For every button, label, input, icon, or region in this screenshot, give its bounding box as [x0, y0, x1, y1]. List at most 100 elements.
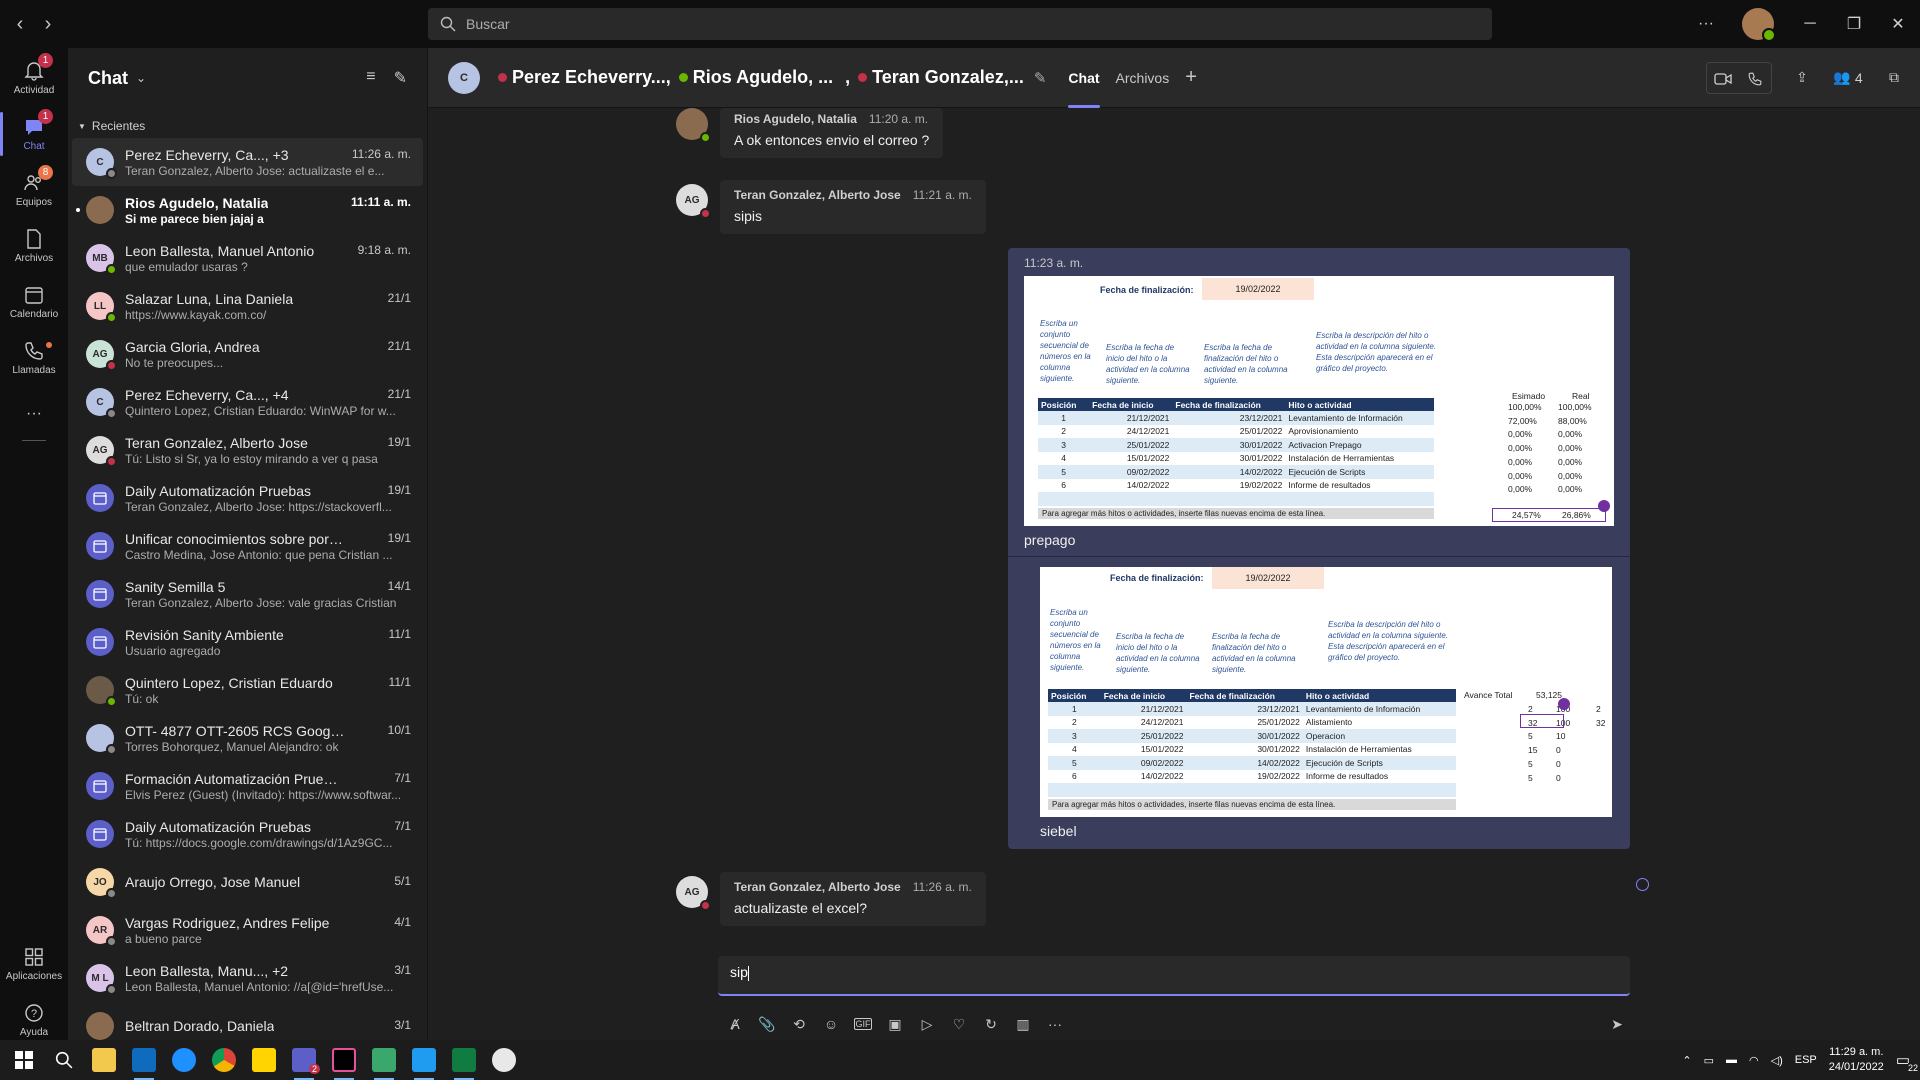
table-cell: 25/01/2022 [1239, 426, 1283, 437]
format-icon[interactable]: Ⱥ [726, 1016, 744, 1032]
chat-name: Perez Echeverry, Ca..., +4 [125, 386, 289, 403]
edit-name-icon[interactable]: ✎ [1034, 69, 1047, 87]
participants-button[interactable]: 👥 4 [1824, 62, 1872, 94]
conversation-title[interactable]: Perez Echeverry..., Rios Agudelo, ... , … [492, 67, 1046, 88]
audio-call-icon[interactable] [1739, 63, 1771, 95]
chat-list-item[interactable]: Revisión Sanity Ambiente 11/1 Usuario agre… [72, 618, 423, 666]
chat-list-title[interactable]: Chat [88, 68, 128, 89]
back-icon[interactable]: ‹ [10, 12, 30, 36]
edge-icon[interactable] [164, 1040, 204, 1080]
volume-icon[interactable]: ◁) [1771, 1054, 1783, 1067]
more-options-button[interactable]: ··· [1684, 0, 1728, 48]
message-bubble[interactable]: Teran Gonzalez, Alberto Jose 11:26 a. m. … [720, 872, 986, 926]
avatar[interactable]: AG [676, 184, 711, 219]
chat-list-item[interactable]: AR Vargas Rodriguez, Andres Felipe 4/1 a bu… [72, 906, 423, 954]
media-app-icon[interactable] [364, 1040, 404, 1080]
schedule-meeting-icon[interactable]: ▷ [918, 1016, 936, 1033]
snipping-tool-icon[interactable] [484, 1040, 524, 1080]
avatar[interactable] [676, 108, 711, 143]
attach-icon[interactable]: 📎 [758, 1016, 776, 1033]
teams-taskbar-icon[interactable]: 2 [284, 1040, 324, 1080]
chrome-icon[interactable] [204, 1040, 244, 1080]
rail-calendar[interactable]: Calendario [0, 274, 68, 330]
popout-icon[interactable]: ⧉ [1878, 62, 1910, 94]
chat-list-item[interactable]: Daily Automatización Pruebas 7/1 Tú: https… [72, 810, 423, 858]
chat-list-item[interactable]: Formación Automatización Pruebas 7/1 Elvis… [72, 762, 423, 810]
chat-list-item[interactable]: Sanity Semilla 5 14/1 Teran Gonzalez, Albe… [72, 570, 423, 618]
chevron-down-icon[interactable]: ⌄ [136, 71, 146, 85]
chat-list-item[interactable]: OTT- 4877 OTT-2605 RCS Google OTT-... 10/… [72, 714, 423, 762]
emoji-icon[interactable]: ☺ [822, 1016, 840, 1032]
notification-icon[interactable]: ▭ 22 [1896, 1051, 1918, 1073]
chat-list-item[interactable]: AG Garcia Gloria, Andrea 21/1 No te preocup… [72, 330, 423, 378]
chat-list-item[interactable]: JO Araujo Orrego, Jose Manuel 5/1 [72, 858, 423, 906]
my-message[interactable]: 11:23 a. m. Fecha de finalización: 19/02… [1008, 248, 1630, 849]
search-box[interactable]: Buscar [428, 8, 1492, 40]
chat-list-item[interactable]: MB Leon Ballesta, Manuel Antonio 9:18 a. m… [72, 234, 423, 282]
send-icon[interactable]: ➤ [1608, 1016, 1626, 1033]
excel-screenshot-siebel[interactable]: Fecha de finalización: 19/02/2022 Escrib… [1040, 567, 1612, 817]
chat-list-item[interactable]: C Perez Echeverry, Ca..., +4 21/1 Quintero … [72, 378, 423, 426]
more-options-icon[interactable]: ··· [1046, 1016, 1064, 1032]
network-icon[interactable]: ▭ [1704, 1054, 1714, 1067]
clock[interactable]: 11:29 a. m. 24/01/2022 [1829, 1045, 1884, 1075]
updates-icon[interactable]: ↻ [982, 1016, 1000, 1033]
message-bubble[interactable]: Teran Gonzalez, Alberto Jose 11:21 a. m. … [720, 180, 986, 234]
chat-list-item[interactable]: M L Leon Ballesta, Manu..., +2 3/1 Leon Bal… [72, 954, 423, 1002]
message-compose-input[interactable]: sip [718, 956, 1630, 996]
filter-icon[interactable]: ≡ [366, 68, 375, 88]
sticker-icon[interactable]: ▣ [886, 1016, 904, 1033]
rail-calls[interactable]: Llamadas [0, 330, 68, 386]
gif-icon[interactable]: GIF [854, 1018, 872, 1030]
table-cell: 15/01/2022 [1126, 453, 1170, 464]
add-tab-icon[interactable]: + [1185, 48, 1197, 108]
excel-screenshot-prepago[interactable]: Fecha de finalización: 19/02/2022 Escrib… [1024, 276, 1614, 526]
chat-list-item[interactable]: LL Salazar Luna, Lina Daniela 21/1 https://… [72, 282, 423, 330]
rail-activity[interactable]: Actividad 1 [0, 50, 68, 106]
chat-list-item[interactable]: AG Teran Gonzalez, Alberto Jose 19/1 Tú: Li… [72, 426, 423, 474]
message-bubble[interactable]: Rios Agudelo, Natalia 11:20 a. m. A ok en… [720, 108, 944, 158]
new-chat-icon[interactable]: ✎ [394, 68, 407, 88]
profile-avatar[interactable] [1742, 8, 1776, 42]
rail-more[interactable]: ··· [0, 386, 68, 442]
table-cell: Operacion [1302, 729, 1456, 743]
rail-chat[interactable]: Chat 1 [0, 106, 68, 162]
chat-name: Teran Gonzalez, Alberto Jose [125, 434, 308, 451]
sticky-notes-icon[interactable] [244, 1040, 284, 1080]
outlook-icon[interactable] [124, 1040, 164, 1080]
minimize-icon[interactable]: ─ [1788, 0, 1832, 48]
rail-files[interactable]: Archivos [0, 218, 68, 274]
video-call-icon[interactable] [1707, 63, 1739, 95]
wifi-icon[interactable]: ◠ [1749, 1054, 1759, 1067]
chat-list-item[interactable]: Daily Automatización Pruebas 19/1 Teran Go… [72, 474, 423, 522]
rail-apps[interactable]: Aplicaciones [0, 936, 68, 992]
recent-section[interactable]: ▼ Recientes [68, 114, 427, 138]
language-indicator[interactable]: ESP [1795, 1054, 1817, 1066]
loop-icon[interactable]: ⟲ [790, 1016, 808, 1033]
restore-icon[interactable]: ❐ [1832, 0, 1876, 48]
close-icon[interactable]: ✕ [1876, 0, 1920, 48]
chat-list-item[interactable]: Quintero Lopez, Cristian Eduardo 11/1 Tú: … [72, 666, 423, 714]
share-screen-icon[interactable]: ⇪ [1786, 62, 1818, 94]
chat-list-item[interactable]: Beltran Dorado, Daniela 3/1 [72, 1002, 423, 1040]
chevron-up-icon[interactable]: ⌃ [1682, 1054, 1691, 1067]
rail-teams[interactable]: Equipos 8 [0, 162, 68, 218]
search-taskbar-icon[interactable] [44, 1040, 84, 1080]
progress-cell: 2 [1596, 704, 1601, 714]
intellij-icon[interactable] [324, 1040, 364, 1080]
text-cursor [747, 965, 749, 981]
praise-icon[interactable]: ♡ [950, 1016, 968, 1033]
excel-icon[interactable] [444, 1040, 484, 1080]
windows-start-icon[interactable] [4, 1040, 44, 1080]
apps-extension-icon[interactable]: ▥ [1014, 1016, 1032, 1033]
file-explorer-icon[interactable] [84, 1040, 124, 1080]
chat-list-item[interactable]: C Perez Echeverry, Ca..., +3 11:26 a. m. Te… [72, 138, 423, 186]
forward-icon[interactable]: › [38, 12, 58, 36]
chat-list-item[interactable]: Unificar conocimientos sobre portabili..… [72, 522, 423, 570]
battery-icon[interactable]: ▬ [1726, 1054, 1737, 1066]
avatar[interactable]: AG [676, 876, 711, 911]
vscode-icon[interactable] [404, 1040, 444, 1080]
tab-files[interactable]: Archivos [1116, 48, 1170, 108]
chat-list-item[interactable]: Rios Agudelo, Natalia 11:11 a. m. Si me pa… [72, 186, 423, 234]
tab-chat[interactable]: Chat [1068, 48, 1100, 108]
